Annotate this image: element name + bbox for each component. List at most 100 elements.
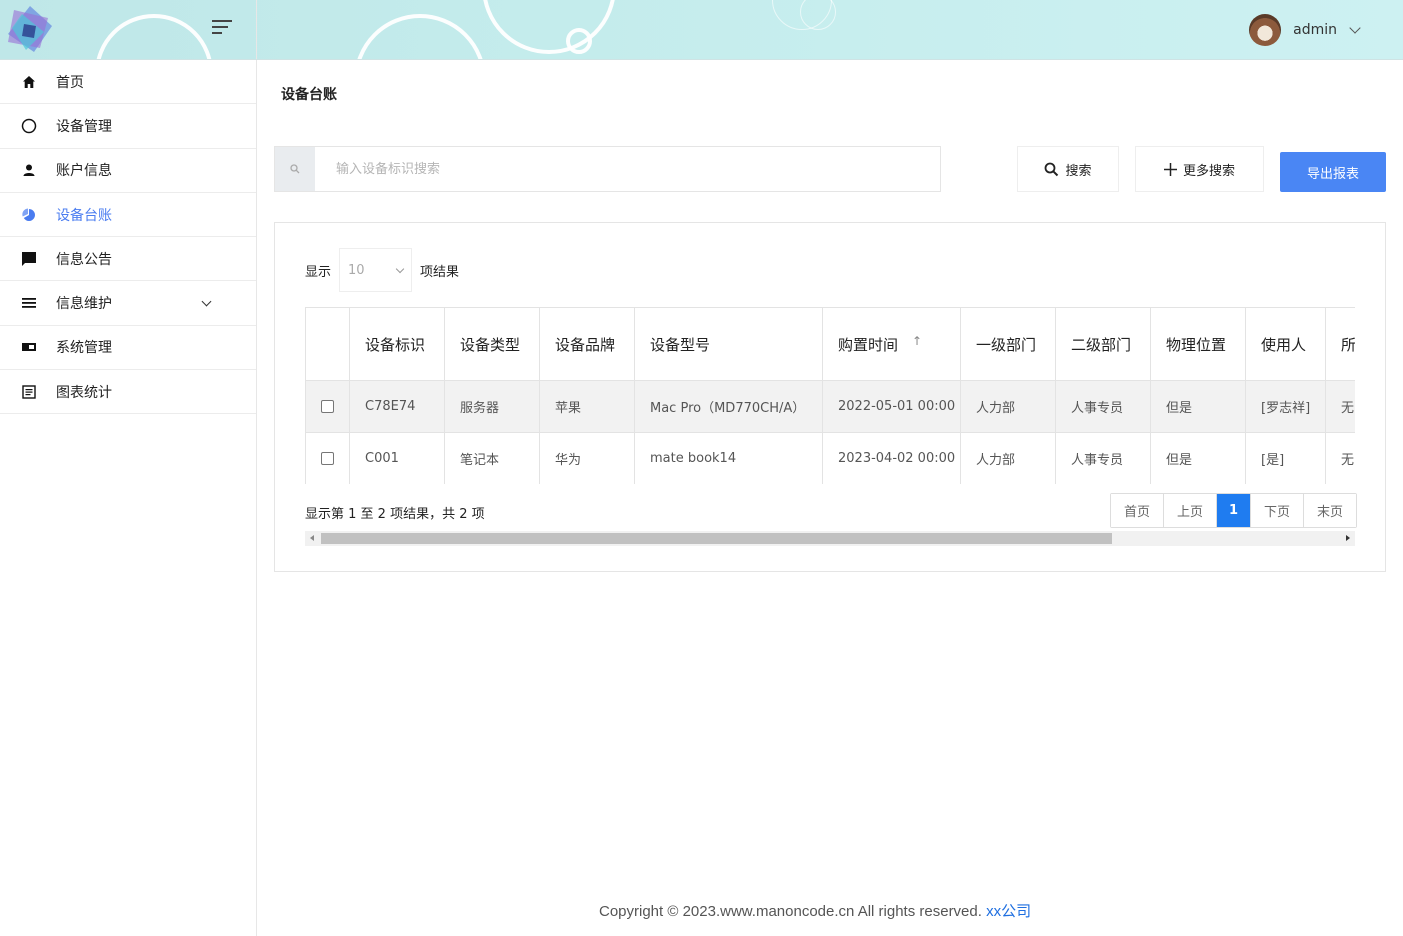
table-header-row: 设备标识 设备类型 设备品牌 设备型号 购置时间 ↑ 一级部门 二级部门 物理位置… [305, 307, 1355, 381]
pie-chart-icon [20, 206, 38, 224]
scroll-right-arrow-icon[interactable] [1346, 535, 1350, 541]
table-cell: 服务器 [444, 380, 540, 433]
sidebar-item-label: 图表统计 [56, 384, 112, 401]
header-decoration [482, 0, 616, 54]
sidebar-item-account-info[interactable]: 账户信息 [0, 149, 256, 193]
sidebar-item-label: 设备管理 [56, 118, 112, 135]
row-checkbox[interactable] [321, 452, 334, 465]
table-cell: 华为 [539, 432, 635, 484]
column-header[interactable]: 设备类型 [444, 307, 540, 381]
sidebar-item-device-ledger[interactable]: 设备台账 [0, 193, 256, 238]
search-icon [275, 147, 315, 191]
footer-text: Copyright © 2023.www.manoncode.cn All ri… [599, 903, 987, 920]
more-search-button-label: 更多搜索 [1182, 163, 1235, 179]
id-card-icon [20, 338, 38, 356]
column-header[interactable]: 物理位置 [1150, 307, 1246, 381]
export-report-button[interactable]: 导出报表 [1280, 152, 1386, 192]
length-prefix: 显示 [305, 264, 332, 280]
more-search-button[interactable]: 更多搜索 [1135, 146, 1264, 192]
sidebar-item-label: 系统管理 [56, 340, 112, 357]
search-bar [274, 146, 941, 192]
horizontal-scrollbar[interactable] [305, 531, 1355, 546]
current-page-button[interactable]: 1 [1217, 494, 1251, 527]
table-cell: 笔记本 [444, 432, 540, 484]
chevron-down-icon [395, 264, 405, 273]
plus-icon [1163, 162, 1177, 176]
table-cell: 人事专员 [1055, 380, 1151, 433]
column-header[interactable]: 使用人 [1245, 307, 1326, 381]
select-column-header [305, 307, 350, 381]
table-cell: 人事专员 [1055, 432, 1151, 484]
sidebar-item-system-management[interactable]: 系统管理 [0, 326, 256, 371]
prev-page-button[interactable]: 上页 [1164, 494, 1217, 527]
column-header[interactable]: 一级部门 [960, 307, 1056, 381]
table-cell: 但是 [1150, 432, 1246, 484]
column-header[interactable]: 所 [1325, 307, 1355, 381]
search-icon [1044, 162, 1059, 177]
table-cell: 无 [1325, 432, 1355, 484]
avatar[interactable] [1249, 14, 1282, 46]
header-decoration [800, 0, 836, 30]
sort-ascending-icon: ↑ [912, 333, 923, 348]
table-row[interactable]: C001 笔记本 华为 mate book14 2023-04-02 00:00… [305, 432, 1355, 484]
data-table-scroll: 设备标识 设备类型 设备品牌 设备型号 购置时间 ↑ 一级部门 二级部门 物理位置… [305, 307, 1355, 484]
scroll-left-arrow-icon[interactable] [310, 535, 314, 541]
page-length-select[interactable]: 10 [339, 248, 413, 292]
row-checkbox[interactable] [321, 400, 334, 413]
next-page-button[interactable]: 下页 [1251, 494, 1304, 527]
table-cell: [罗志祥] [1245, 380, 1326, 433]
table-cell: 2022-05-01 00:00 [822, 380, 961, 433]
table-cell: 无 [1325, 380, 1355, 433]
message-icon [20, 250, 38, 268]
header-decoration [566, 28, 592, 54]
sidebar-item-label: 账户信息 [56, 163, 112, 180]
main-content: 设备台账 搜索 更多搜索 导出报表 显示 10 项结果 [257, 60, 1403, 936]
last-page-button[interactable]: 末页 [1304, 494, 1356, 527]
table-cell: C78E74 [349, 380, 445, 433]
chevron-down-icon [201, 297, 212, 307]
page-length-control: 显示 10 项结果 [305, 248, 459, 292]
table-cell: 人力部 [960, 432, 1056, 484]
table-cell: 苹果 [539, 380, 635, 433]
page-length-value: 10 [348, 262, 365, 278]
column-header[interactable]: 设备型号 [634, 307, 823, 381]
column-header[interactable]: 设备品牌 [539, 307, 635, 381]
user-menu[interactable]: admin [1249, 13, 1361, 47]
sidebar-item-label: 设备台账 [56, 207, 112, 224]
search-button-label: 搜索 [1065, 163, 1092, 179]
device-table: 设备标识 设备类型 设备品牌 设备型号 购置时间 ↑ 一级部门 二级部门 物理位置… [305, 307, 1355, 484]
table-info: 显示第 1 至 2 项结果，共 2 项 [305, 507, 485, 522]
column-header-sortable[interactable]: 购置时间 ↑ [822, 307, 961, 381]
sidebar-item-info-maintenance[interactable]: 信息维护 [0, 281, 256, 326]
column-header[interactable]: 设备标识 [349, 307, 445, 381]
logo-area [0, 0, 257, 59]
list-icon [20, 294, 38, 312]
sidebar-item-chart-statistics[interactable]: 图表统计 [0, 370, 256, 415]
footer-company-link[interactable]: xx公司 [986, 903, 1031, 920]
table-cell: 人力部 [960, 380, 1056, 433]
column-header[interactable]: 二级部门 [1055, 307, 1151, 381]
circle-icon [20, 117, 38, 135]
document-icon [20, 383, 38, 401]
table-cell: [是] [1245, 432, 1326, 484]
first-page-button[interactable]: 首页 [1111, 494, 1164, 527]
diamond-logo-icon[interactable] [4, 4, 56, 56]
username: admin [1293, 22, 1337, 38]
scrollbar-thumb[interactable] [321, 533, 1112, 544]
sidebar-item-announcements[interactable]: 信息公告 [0, 237, 256, 282]
row-select-cell [305, 380, 350, 433]
user-icon [20, 161, 38, 179]
page-title: 设备台账 [281, 87, 337, 103]
table-row[interactable]: C78E74 服务器 苹果 Mac Pro（MD770CH/A） 2022-05… [305, 380, 1355, 433]
search-input[interactable] [315, 147, 940, 191]
sidebar-item-device-management[interactable]: 设备管理 [0, 104, 256, 149]
footer: Copyright © 2023.www.manoncode.cn All ri… [599, 900, 1031, 921]
sidebar-item-home[interactable]: 首页 [0, 60, 256, 105]
row-select-cell [305, 432, 350, 484]
table-cell: 但是 [1150, 380, 1246, 433]
menu-toggle-icon[interactable] [212, 20, 232, 36]
home-icon [20, 73, 38, 91]
sidebar-item-label: 首页 [56, 74, 84, 91]
search-button[interactable]: 搜索 [1017, 146, 1119, 192]
chevron-down-icon [1349, 22, 1361, 34]
